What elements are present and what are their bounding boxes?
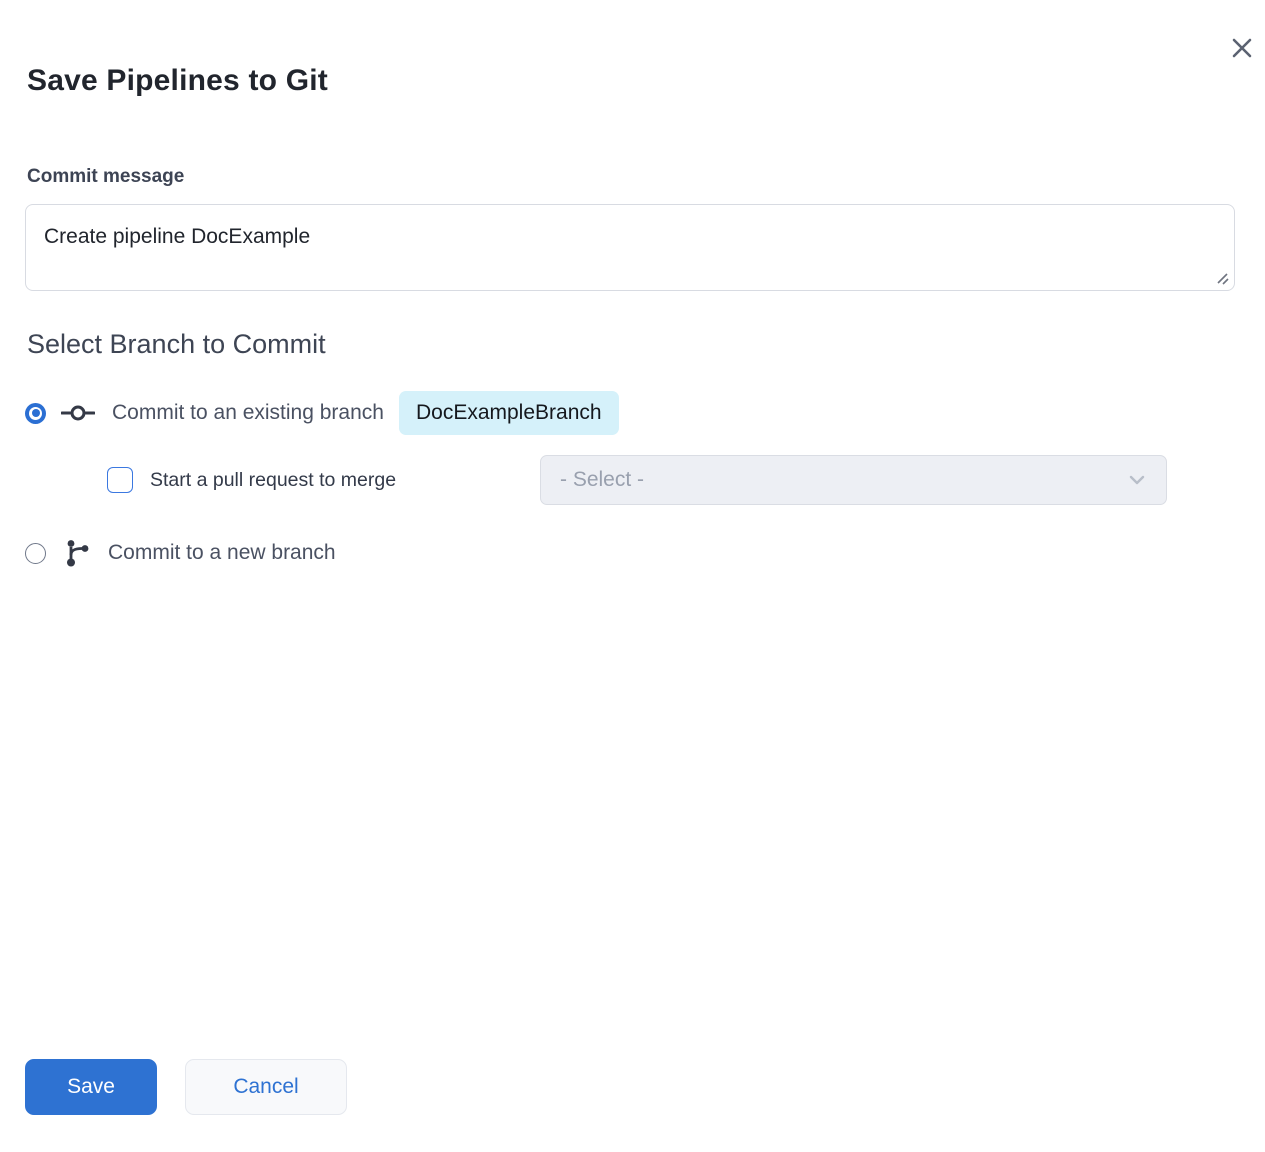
git-commit-icon [61,402,95,424]
commit-message-input[interactable]: Create pipeline DocExample [26,205,1234,290]
existing-branch-radio[interactable] [25,403,46,424]
merge-target-select[interactable]: - Select - [540,455,1167,505]
commit-message-label: Commit message [27,166,184,188]
new-branch-option[interactable]: Commit to a new branch [25,531,336,575]
pull-request-label: Start a pull request to merge [150,469,396,492]
new-branch-radio[interactable] [25,543,46,564]
existing-branch-option[interactable]: Commit to an existing branch DocExampleB… [25,389,619,437]
radio-inner-ring [29,407,42,420]
radio-dot [32,409,40,417]
save-button[interactable]: Save [25,1059,157,1115]
existing-branch-label: Commit to an existing branch [112,401,384,425]
dialog-title: Save Pipelines to Git [27,64,328,98]
close-icon [1230,36,1254,60]
save-pipelines-dialog: Save Pipelines to Git Commit message Cre… [0,0,1265,1152]
pull-request-row: Start a pull request to merge - Select - [107,455,396,505]
git-branch-icon [64,538,91,568]
branch-section-heading: Select Branch to Commit [27,329,326,360]
new-branch-label: Commit to a new branch [108,541,336,565]
close-button[interactable] [1227,33,1257,63]
chevron-down-icon [1127,470,1147,490]
select-placeholder: - Select - [560,468,644,492]
branch-badge: DocExampleBranch [399,391,619,435]
pull-request-checkbox[interactable] [107,467,133,493]
commit-message-field: Create pipeline DocExample [25,204,1235,291]
cancel-button[interactable]: Cancel [185,1059,347,1115]
